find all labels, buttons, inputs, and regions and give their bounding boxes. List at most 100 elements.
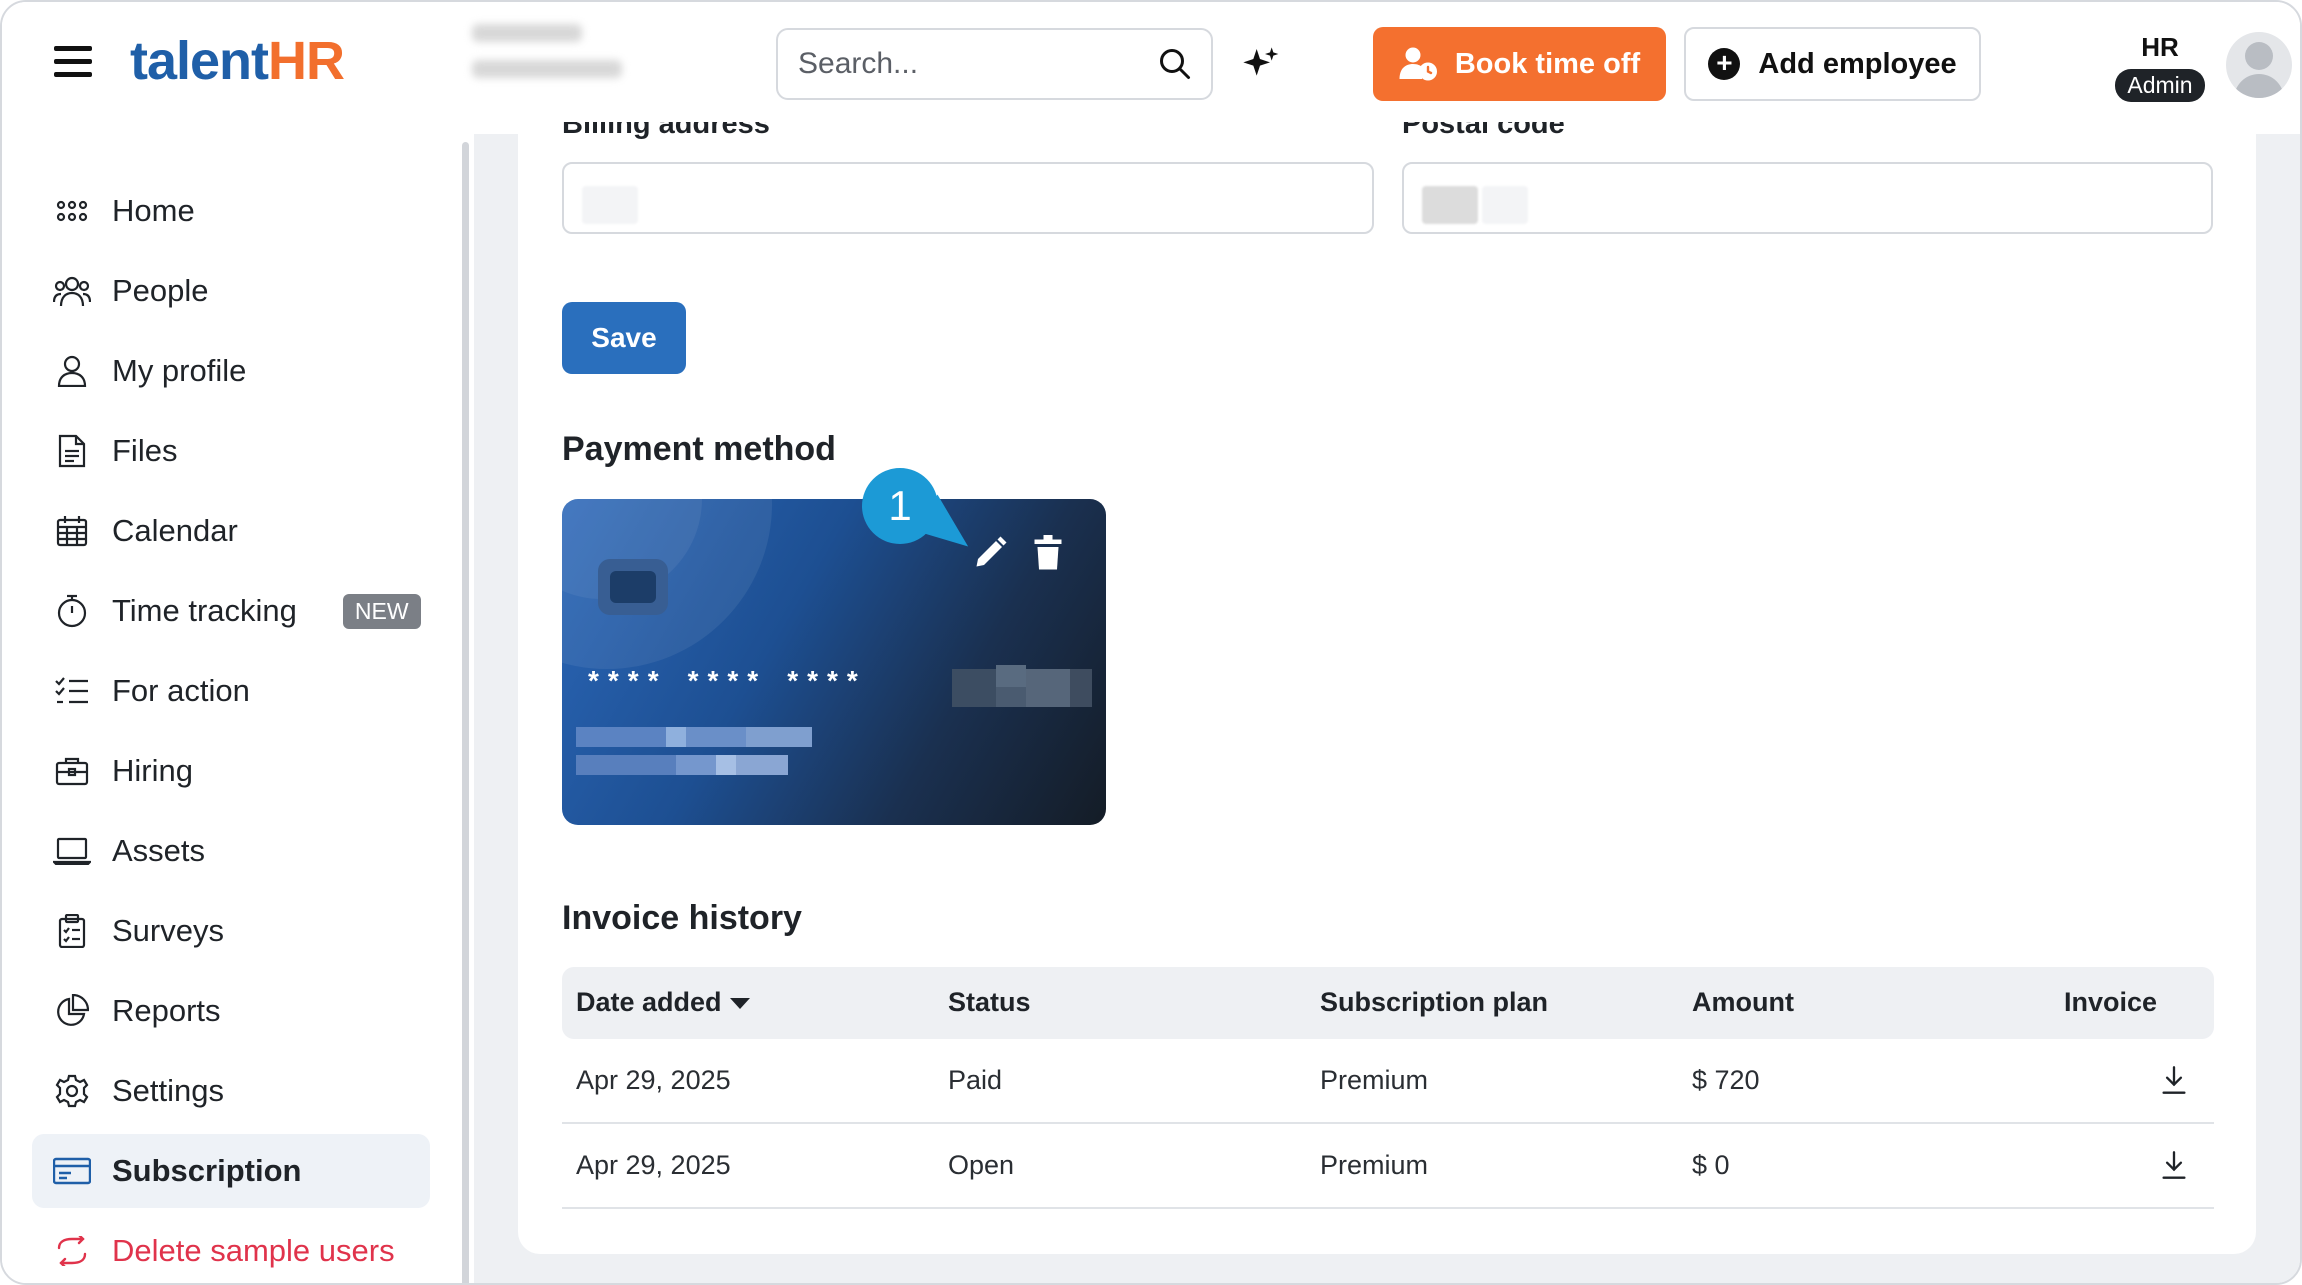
step-callout-badge: 1	[862, 468, 938, 544]
role-badge: Admin	[2115, 69, 2205, 102]
trash-icon[interactable]	[1032, 535, 1064, 571]
briefcase-icon	[52, 751, 92, 791]
blurred-date	[472, 24, 632, 96]
plus-circle-icon: +	[1708, 48, 1741, 80]
sidebar-item-label: Assets	[112, 833, 206, 868]
gear-icon	[52, 1071, 92, 1111]
invoice-table: Date added Status Subscription plan Amou…	[562, 967, 2214, 1209]
sidebar-scrollbar[interactable]	[462, 142, 469, 1283]
sidebar-item-for-action[interactable]: For action	[32, 654, 430, 728]
sidebar-item-settings[interactable]: Settings	[32, 1054, 430, 1128]
payment-method-title: Payment method	[562, 430, 836, 468]
search-icon[interactable]	[1157, 46, 1193, 82]
sidebar-item-label: Subscription	[112, 1153, 302, 1188]
table-row: Apr 29, 2025 Paid Premium $ 720	[562, 1039, 2214, 1124]
billing-address-field[interactable]	[562, 162, 1374, 234]
sidebar-item-files[interactable]: Files	[32, 414, 430, 488]
sidebar-item-label: Calendar	[112, 513, 238, 548]
credit-card: **** **** ****	[562, 499, 1106, 825]
sidebar-item-calendar[interactable]: Calendar	[32, 494, 430, 568]
search-input[interactable]	[798, 44, 1138, 84]
checklist-icon	[52, 671, 92, 711]
cell-date: Apr 29, 2025	[576, 1065, 731, 1095]
column-header-invoice: Invoice	[2064, 987, 2158, 1017]
column-header-date-added[interactable]: Date added	[576, 987, 750, 1018]
stopwatch-icon	[52, 591, 92, 631]
sidebar-item-label: Hiring	[112, 753, 193, 788]
sidebar-item-my-profile[interactable]: My profile	[32, 334, 430, 408]
cell-plan: Premium	[1320, 1150, 1429, 1180]
sidebar-item-surveys[interactable]: Surveys	[32, 894, 430, 968]
sidebar-item-label: People	[112, 273, 209, 308]
sidebar-item-label: Surveys	[112, 913, 224, 948]
user-icon	[52, 351, 92, 391]
laptop-icon	[52, 831, 92, 871]
clipboard-icon	[52, 911, 92, 951]
book-time-off-label: Book time off	[1454, 47, 1641, 80]
logo-hr-text: HR	[268, 31, 345, 91]
column-header-amount: Amount	[1692, 987, 1794, 1017]
invoice-history-title: Invoice history	[562, 899, 802, 937]
sidebar-item-label: Time tracking	[112, 593, 297, 628]
postal-code-field[interactable]	[1402, 162, 2213, 234]
file-icon	[52, 431, 92, 471]
app-window: talentHR Book time off + Add e	[0, 0, 2302, 1285]
sidebar-item-label: My profile	[112, 353, 247, 388]
sidebar-item-reports[interactable]: Reports	[32, 974, 430, 1048]
column-header-label: Date added	[576, 987, 722, 1017]
add-employee-button[interactable]: + Add employee	[1684, 27, 1981, 101]
sidebar-item-time-tracking[interactable]: Time tracking NEW	[32, 574, 430, 648]
column-header-subscription-plan: Subscription plan	[1320, 987, 1549, 1017]
masked-group: ****	[687, 665, 768, 696]
cell-status: Paid	[948, 1065, 1003, 1095]
hamburger-menu-icon[interactable]	[54, 46, 92, 82]
cell-amount: $ 0	[1692, 1150, 1730, 1180]
pie-chart-icon	[52, 991, 92, 1031]
credit-card-icon	[52, 1151, 92, 1191]
sidebar-item-delete-sample-users[interactable]: Delete sample users	[32, 1214, 430, 1283]
app-logo[interactable]: talentHR	[130, 30, 345, 92]
save-label: Save	[591, 322, 657, 353]
table-header: Date added Status Subscription plan Amou…	[562, 967, 2214, 1039]
sidebar-item-hiring[interactable]: Hiring	[32, 734, 430, 808]
download-icon[interactable]	[2160, 1065, 2188, 1095]
cell-amount: $ 720	[1692, 1065, 1760, 1095]
sidebar-item-label: Home	[112, 193, 195, 228]
sidebar-item-label: Settings	[112, 1073, 225, 1108]
sidebar: Home People My profile Files Calendar Ti…	[2, 134, 462, 1283]
ai-sparkle-icon[interactable]	[1240, 44, 1280, 84]
sidebar-item-people[interactable]: People	[32, 254, 430, 328]
people-icon	[52, 271, 92, 311]
cell-plan: Premium	[1320, 1065, 1429, 1095]
sort-down-icon	[729, 998, 750, 1010]
sidebar-item-label: Delete sample users	[112, 1233, 395, 1268]
book-time-off-button[interactable]: Book time off	[1373, 27, 1666, 101]
masked-group: ****	[787, 665, 867, 696]
grid-icon	[52, 191, 92, 231]
search-box[interactable]	[776, 28, 1213, 100]
new-badge: NEW	[342, 593, 421, 629]
card-chip	[598, 559, 668, 615]
column-header-status: Status	[948, 987, 1031, 1017]
masked-card-number: **** **** ****	[588, 665, 887, 697]
avatar[interactable]	[2226, 32, 2292, 98]
sidebar-item-label: Reports	[112, 993, 221, 1028]
sidebar-item-label: Files	[112, 433, 178, 468]
user-role: HR Admin	[2112, 32, 2208, 102]
postal-code-label: Postal code	[1402, 122, 1565, 140]
billing-address-label: Billing address	[562, 122, 770, 140]
sidebar-item-home[interactable]: Home	[32, 174, 430, 248]
masked-group: ****	[588, 665, 668, 696]
sidebar-item-assets[interactable]: Assets	[32, 814, 430, 888]
role-text: HR	[2141, 32, 2179, 62]
calendar-icon	[52, 511, 92, 551]
table-row: Apr 29, 2025 Open Premium $ 0	[562, 1124, 2214, 1209]
download-icon[interactable]	[2160, 1150, 2188, 1180]
cell-status: Open	[948, 1150, 1015, 1180]
sidebar-item-subscription[interactable]: Subscription	[32, 1134, 430, 1208]
user-clock-icon	[1399, 47, 1437, 81]
logo-talent-text: talent	[130, 31, 269, 91]
save-button[interactable]: Save	[562, 302, 686, 374]
pencil-edit-icon[interactable]	[972, 535, 1008, 571]
cell-date: Apr 29, 2025	[576, 1150, 731, 1180]
